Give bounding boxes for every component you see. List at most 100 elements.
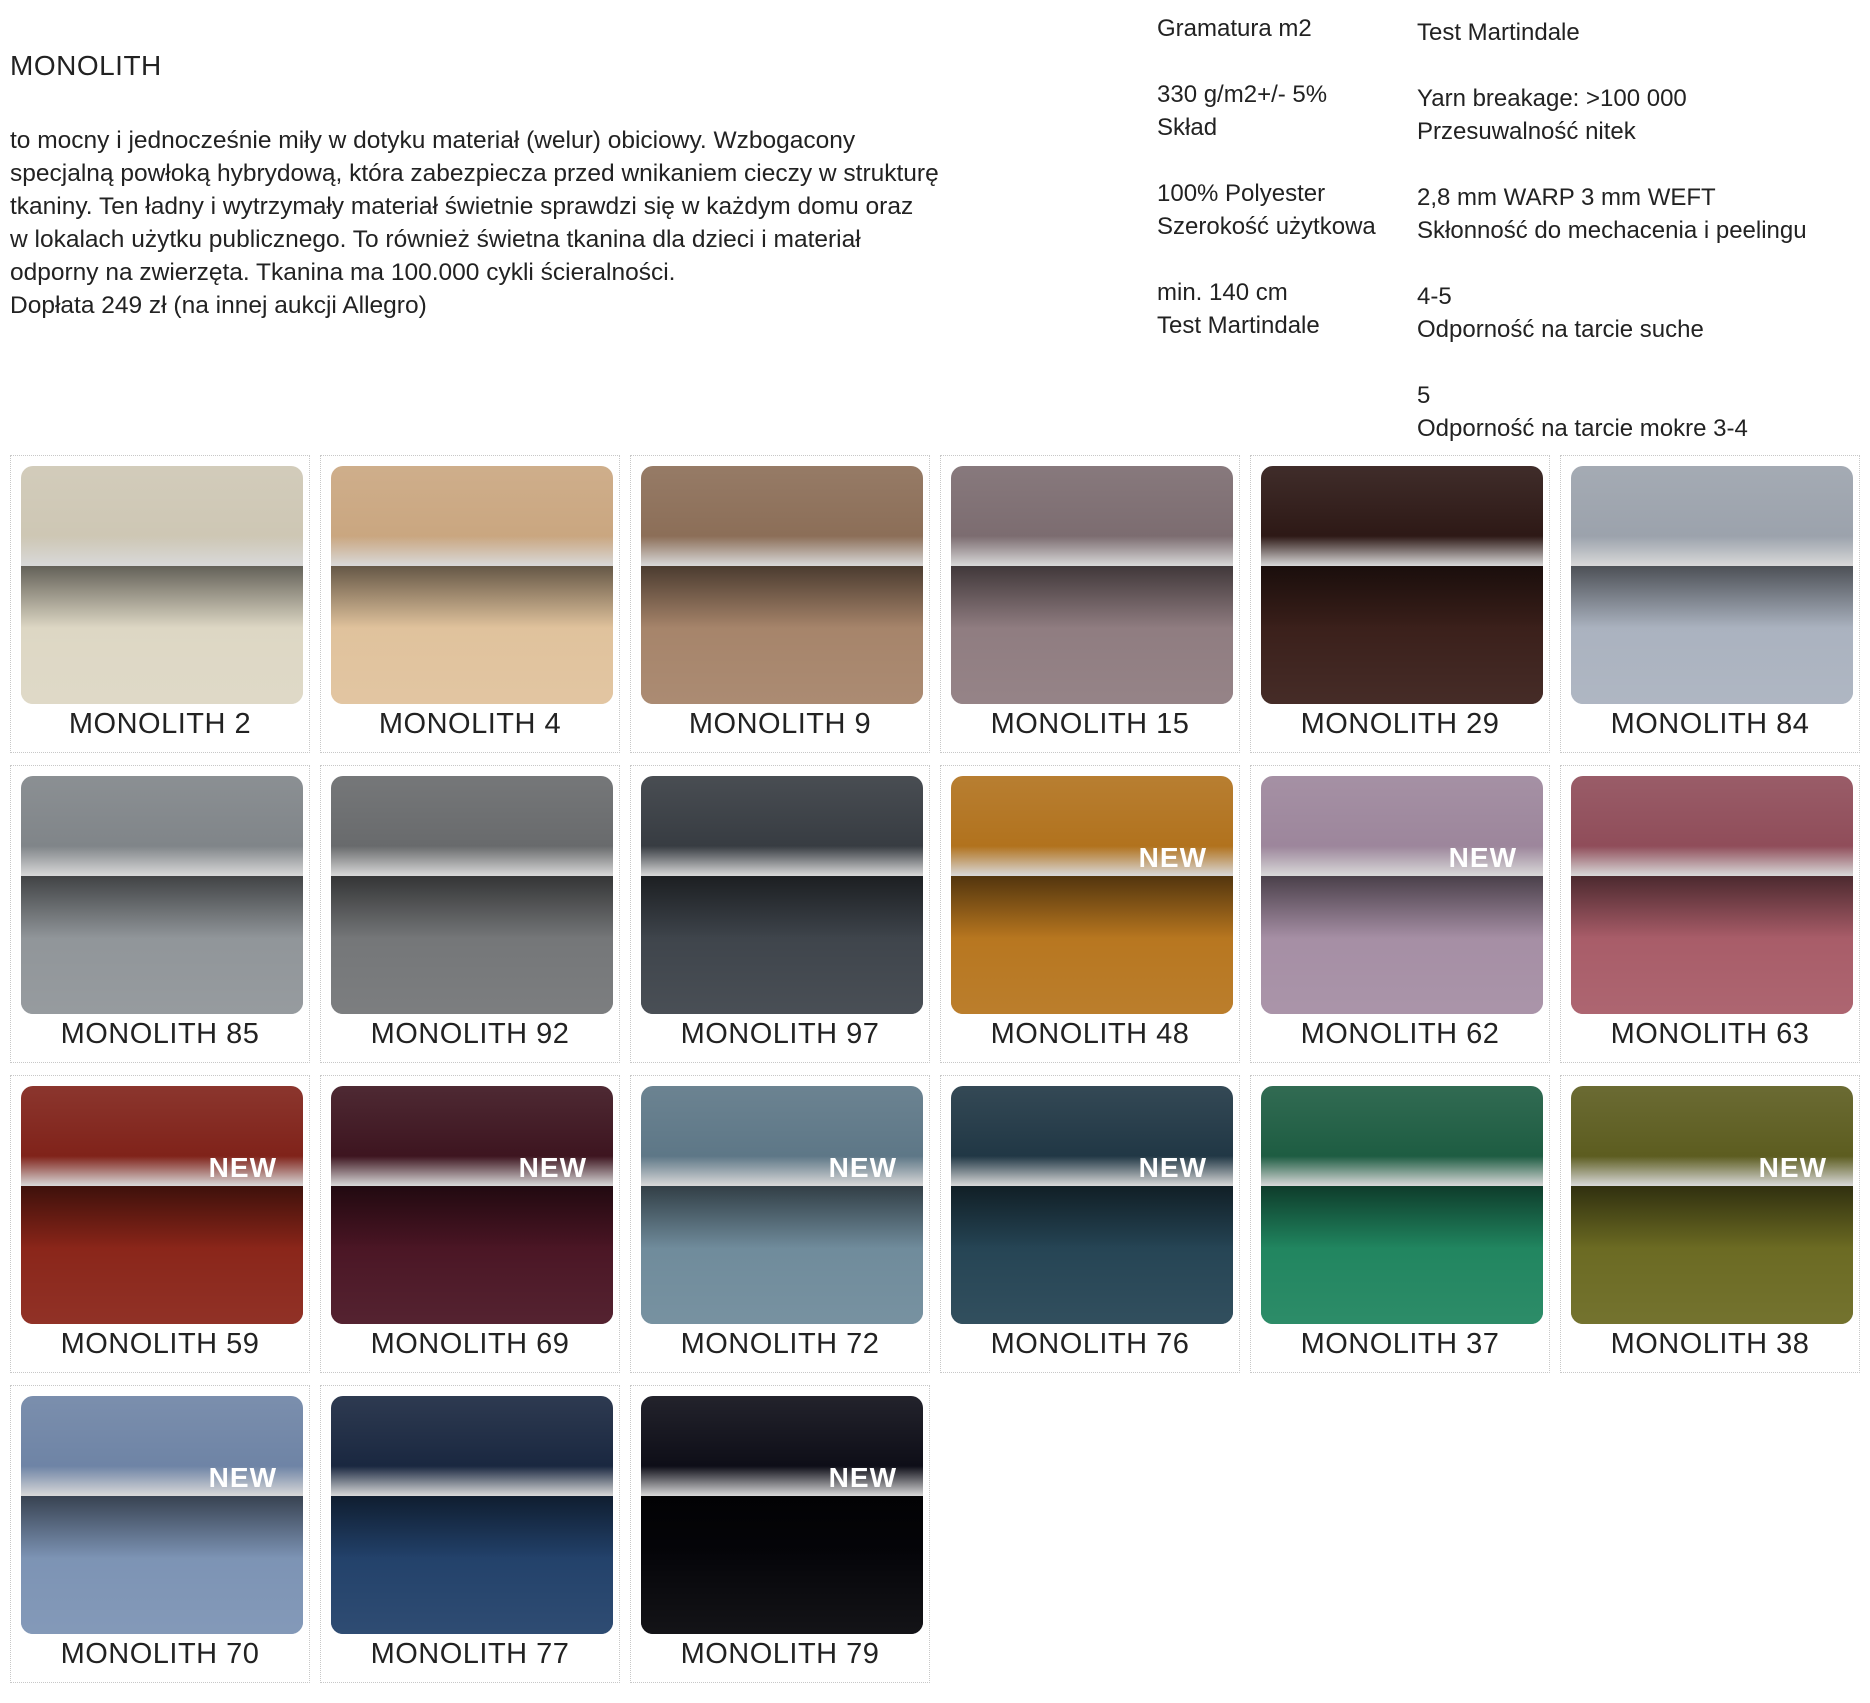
fabric-swatch: NEW	[951, 776, 1233, 1014]
new-badge: NEW	[1138, 842, 1207, 873]
fabric-swatch	[21, 466, 303, 704]
swatch-sheen	[641, 466, 923, 704]
swatch-card[interactable]: MONOLITH 29	[1250, 455, 1550, 753]
swatch-card[interactable]: MONOLITH 77	[320, 1385, 620, 1683]
swatch-sheen	[1571, 466, 1853, 704]
spec-item: Odporność na tarcie mokre 3-4	[1417, 415, 1748, 442]
description-line: Dopłata 249 zł (na innej aukcji Allegro)	[10, 292, 427, 319]
new-badge: NEW	[208, 1462, 277, 1493]
spec-item: Odporność na tarcie suche	[1417, 316, 1704, 343]
swatch-card[interactable]: MONOLITH 4	[320, 455, 620, 753]
spec-item: Test Martindale	[1417, 19, 1580, 46]
new-badge: NEW	[1758, 1152, 1827, 1183]
swatch-sheen	[951, 1086, 1233, 1324]
swatch-sheen	[1261, 1086, 1543, 1324]
spec-item: Gramatura m2	[1157, 15, 1312, 42]
fabric-swatch: NEW	[641, 1086, 923, 1324]
fabric-swatch	[951, 466, 1233, 704]
specs-left-column: Gramatura m2 330 g/m2+/- 5% Skład 100% P…	[1157, 12, 1376, 342]
fabric-swatch	[331, 776, 613, 1014]
fabric-swatch: NEW	[21, 1396, 303, 1634]
spec-item: Skłonność do mechacenia i peelingu	[1417, 217, 1807, 244]
fabric-swatch	[1261, 1086, 1543, 1324]
fabric-swatch	[641, 466, 923, 704]
fabric-swatch: NEW	[21, 1086, 303, 1324]
swatch-card[interactable]: NEW MONOLITH 38	[1560, 1075, 1860, 1373]
swatch-card[interactable]: NEW MONOLITH 62	[1250, 765, 1550, 1063]
swatch-card[interactable]: NEW MONOLITH 48	[940, 765, 1240, 1063]
swatch-sheen	[21, 466, 303, 704]
swatch-name: MONOLITH 4	[378, 708, 562, 740]
swatch-sheen	[1261, 776, 1543, 1014]
swatch-name: MONOLITH 37	[1300, 1328, 1500, 1360]
swatch-card[interactable]: NEW MONOLITH 79	[630, 1385, 930, 1683]
swatch-card[interactable]: NEW MONOLITH 59	[10, 1075, 310, 1373]
swatch-sheen	[331, 466, 613, 704]
fabric-swatch	[1571, 466, 1853, 704]
fabric-swatch	[331, 466, 613, 704]
fabric-swatch: NEW	[1261, 776, 1543, 1014]
fabric-swatch	[1571, 776, 1853, 1014]
swatch-name: MONOLITH 97	[680, 1018, 880, 1050]
spec-item: 2,8 mm WARP 3 mm WEFT	[1417, 184, 1716, 211]
description-line: odporny na zwierzęta. Tkanina ma 100.000…	[10, 259, 676, 286]
swatch-name: MONOLITH 9	[688, 708, 872, 740]
swatch-card[interactable]: MONOLITH 15	[940, 455, 1240, 753]
product-description: to mocny i jednocześnie miły w dotyku ma…	[10, 124, 970, 322]
swatch-card[interactable]: MONOLITH 92	[320, 765, 620, 1063]
swatch-card[interactable]: MONOLITH 85	[10, 765, 310, 1063]
swatch-name: MONOLITH 29	[1300, 708, 1500, 740]
description-line: tkaniny. Ten ładny i wytrzymały materiał…	[10, 193, 914, 220]
specs-right-column: Test Martindale Yarn breakage: >100 000 …	[1417, 16, 1807, 445]
swatch-card[interactable]: MONOLITH 9	[630, 455, 930, 753]
swatch-name: MONOLITH 77	[370, 1638, 570, 1670]
swatch-sheen	[951, 776, 1233, 1014]
description-line: w lokalach użytku publicznego. To równie…	[10, 226, 861, 253]
swatch-card[interactable]: MONOLITH 97	[630, 765, 930, 1063]
swatch-sheen	[641, 1086, 923, 1324]
swatch-name: MONOLITH 59	[60, 1328, 260, 1360]
swatch-name: MONOLITH 15	[990, 708, 1190, 740]
swatch-sheen	[331, 1086, 613, 1324]
product-info: MONOLITH to mocny i jednocześnie miły w …	[0, 0, 1870, 450]
fabric-swatch: NEW	[641, 1396, 923, 1634]
spec-item: Skład	[1157, 114, 1218, 141]
new-badge: NEW	[1138, 1152, 1207, 1183]
swatch-name: MONOLITH 79	[680, 1638, 880, 1670]
fabric-swatch	[1261, 466, 1543, 704]
new-badge: NEW	[208, 1152, 277, 1183]
swatch-card[interactable]: NEW MONOLITH 76	[940, 1075, 1240, 1373]
swatch-sheen	[641, 1396, 923, 1634]
swatch-card[interactable]: MONOLITH 84	[1560, 455, 1860, 753]
swatch-card[interactable]: NEW MONOLITH 72	[630, 1075, 930, 1373]
fabric-swatch	[641, 776, 923, 1014]
swatch-name: MONOLITH 2	[68, 708, 252, 740]
swatch-sheen	[1571, 1086, 1853, 1324]
swatch-name: MONOLITH 76	[990, 1328, 1190, 1360]
swatch-card[interactable]: NEW MONOLITH 69	[320, 1075, 620, 1373]
swatch-card[interactable]: MONOLITH 63	[1560, 765, 1860, 1063]
spec-item: 5	[1417, 382, 1431, 409]
swatch-name: MONOLITH 38	[1610, 1328, 1810, 1360]
swatch-sheen	[951, 466, 1233, 704]
spec-item: Przesuwalność nitek	[1417, 118, 1636, 145]
swatch-sheen	[21, 776, 303, 1014]
swatch-card[interactable]: MONOLITH 37	[1250, 1075, 1550, 1373]
fabric-swatch: NEW	[331, 1086, 613, 1324]
new-badge: NEW	[518, 1152, 587, 1183]
new-badge: NEW	[828, 1462, 897, 1493]
swatch-name: MONOLITH 92	[370, 1018, 570, 1050]
swatch-card[interactable]: MONOLITH 2	[10, 455, 310, 753]
description-line: specjalną powłoką hybrydową, która zabez…	[10, 160, 939, 187]
swatch-name: MONOLITH 48	[990, 1018, 1190, 1050]
swatch-sheen	[331, 1396, 613, 1634]
swatch-sheen	[331, 776, 613, 1014]
spec-item: Szerokość użytkowa	[1157, 213, 1376, 240]
swatch-card[interactable]: NEW MONOLITH 70	[10, 1385, 310, 1683]
fabric-swatch: NEW	[1571, 1086, 1853, 1324]
spec-item: 4-5	[1417, 283, 1452, 310]
spec-item: Yarn breakage: >100 000	[1417, 85, 1687, 112]
spec-item: min. 140 cm	[1157, 279, 1288, 306]
swatch-name: MONOLITH 85	[60, 1018, 260, 1050]
swatch-sheen	[1261, 466, 1543, 704]
